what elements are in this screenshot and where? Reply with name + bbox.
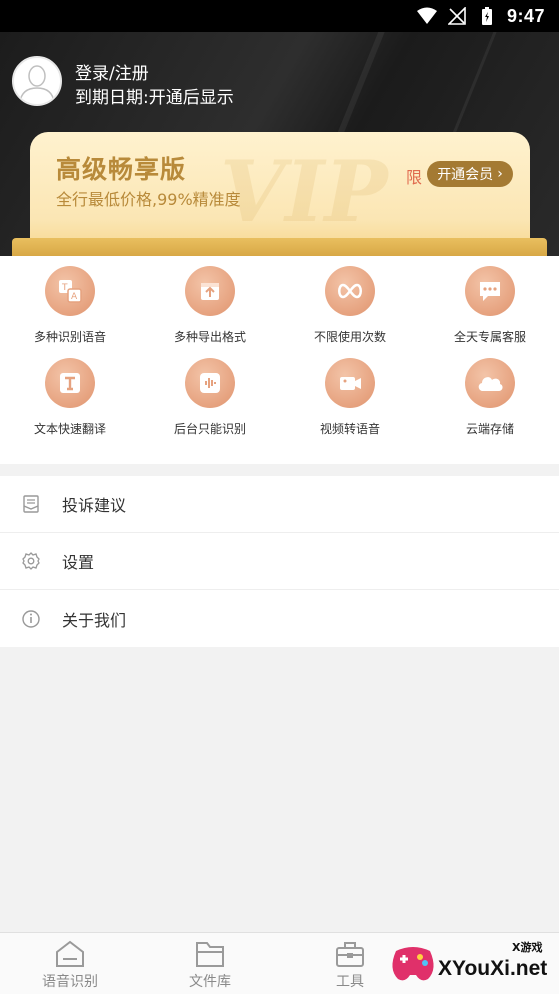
open-membership-label: 开通会员 xyxy=(437,167,494,183)
translate-icon: TA xyxy=(45,266,95,316)
menu-label: 投诉建议 xyxy=(62,496,127,515)
feedback-icon xyxy=(20,493,42,515)
feature-label: 不限使用次数 xyxy=(313,330,386,344)
settings-menu: 投诉建议 设置 关于我们 xyxy=(0,476,559,647)
feature-label: 多种识别语音 xyxy=(33,330,106,344)
avatar[interactable] xyxy=(12,56,62,106)
menu-label: 设置 xyxy=(62,553,95,572)
gear-icon xyxy=(20,550,42,572)
no-signal-icon xyxy=(447,6,467,26)
limited-tag: 限 xyxy=(406,168,423,187)
feature-item[interactable]: 视频转语音 xyxy=(280,358,420,450)
cloud-icon xyxy=(465,358,515,408)
menu-item-feedback[interactable]: 投诉建议 xyxy=(0,476,559,533)
feature-label: 视频转语音 xyxy=(319,422,380,436)
vip-subtitle: 全行最低价格,99%精准度 xyxy=(56,190,241,209)
site-watermark: X游戏 XYouXi.net xyxy=(388,937,559,994)
tab-label: 文件库 xyxy=(189,974,231,990)
vip-title: 高级畅享版 xyxy=(56,155,187,184)
export-icon xyxy=(185,266,235,316)
feature-label: 文本快速翻译 xyxy=(33,422,106,436)
feature-label: 全天专属客服 xyxy=(453,330,526,344)
menu-label: 关于我们 xyxy=(62,610,127,630)
toolbox-icon xyxy=(333,939,367,969)
audio-wave-icon xyxy=(185,358,235,408)
vip-watermark: VIP xyxy=(220,142,388,241)
feature-item[interactable]: 多种导出格式 xyxy=(140,266,280,358)
chat-icon xyxy=(465,266,515,316)
battery-icon xyxy=(477,6,497,26)
status-bar: 9:47 xyxy=(0,0,559,32)
feature-item[interactable]: 文本快速翻译 xyxy=(0,358,140,450)
open-membership-button[interactable]: 开通会员 › xyxy=(427,161,513,187)
tab-label: 语音识别 xyxy=(42,974,98,990)
expiry-date-text: 到期日期:开通后显示 xyxy=(75,88,234,108)
feature-label: 云端存储 xyxy=(465,422,514,436)
status-time: 9:47 xyxy=(506,5,545,26)
feature-label: 多种导出格式 xyxy=(173,330,246,344)
feature-item[interactable]: TA 多种识别语音 xyxy=(0,266,140,358)
feature-item[interactable]: 不限使用次数 xyxy=(280,266,420,358)
text-icon xyxy=(45,358,95,408)
watermark-small-text: X游戏 xyxy=(512,941,543,954)
home-icon xyxy=(53,939,87,969)
feature-item[interactable]: 云端存储 xyxy=(420,358,559,450)
chevron-right-icon: › xyxy=(497,166,503,182)
menu-item-about[interactable]: 关于我们 xyxy=(0,590,559,647)
svg-text:A: A xyxy=(71,292,78,302)
feature-item[interactable]: 全天专属客服 xyxy=(420,266,559,358)
vip-card-base xyxy=(12,238,547,256)
folder-icon xyxy=(193,939,227,969)
login-register-link[interactable]: 登录/注册 xyxy=(75,59,149,84)
profile-header: 登录/注册 到期日期:开通后显示 VIP 高级畅享版 全行最低价格,99%精准度… xyxy=(0,32,559,256)
feature-item[interactable]: 后台只能识别 xyxy=(140,358,280,450)
feature-grid: TA 多种识别语音 多种导出格式 不限使用次数 全天专属客服 文本快速翻译 后台… xyxy=(0,256,559,464)
info-icon xyxy=(20,608,42,630)
tab-file-library[interactable]: 文件库 xyxy=(140,933,280,994)
menu-item-settings[interactable]: 设置 xyxy=(0,533,559,590)
wifi-icon xyxy=(416,6,437,26)
infinity-icon xyxy=(325,266,375,316)
user-silhouette-icon xyxy=(19,65,55,103)
bottom-tab-bar: 语音识别 文件库 工具 X游戏 XYouXi.net xyxy=(0,932,559,994)
svg-text:T: T xyxy=(61,283,68,293)
video-icon xyxy=(325,358,375,408)
feature-label: 后台只能识别 xyxy=(173,422,246,436)
tab-speech-recognition[interactable]: 语音识别 xyxy=(0,933,140,994)
gamepad-logo-icon xyxy=(392,947,434,981)
watermark-brand: XYouXi.net xyxy=(438,957,548,980)
